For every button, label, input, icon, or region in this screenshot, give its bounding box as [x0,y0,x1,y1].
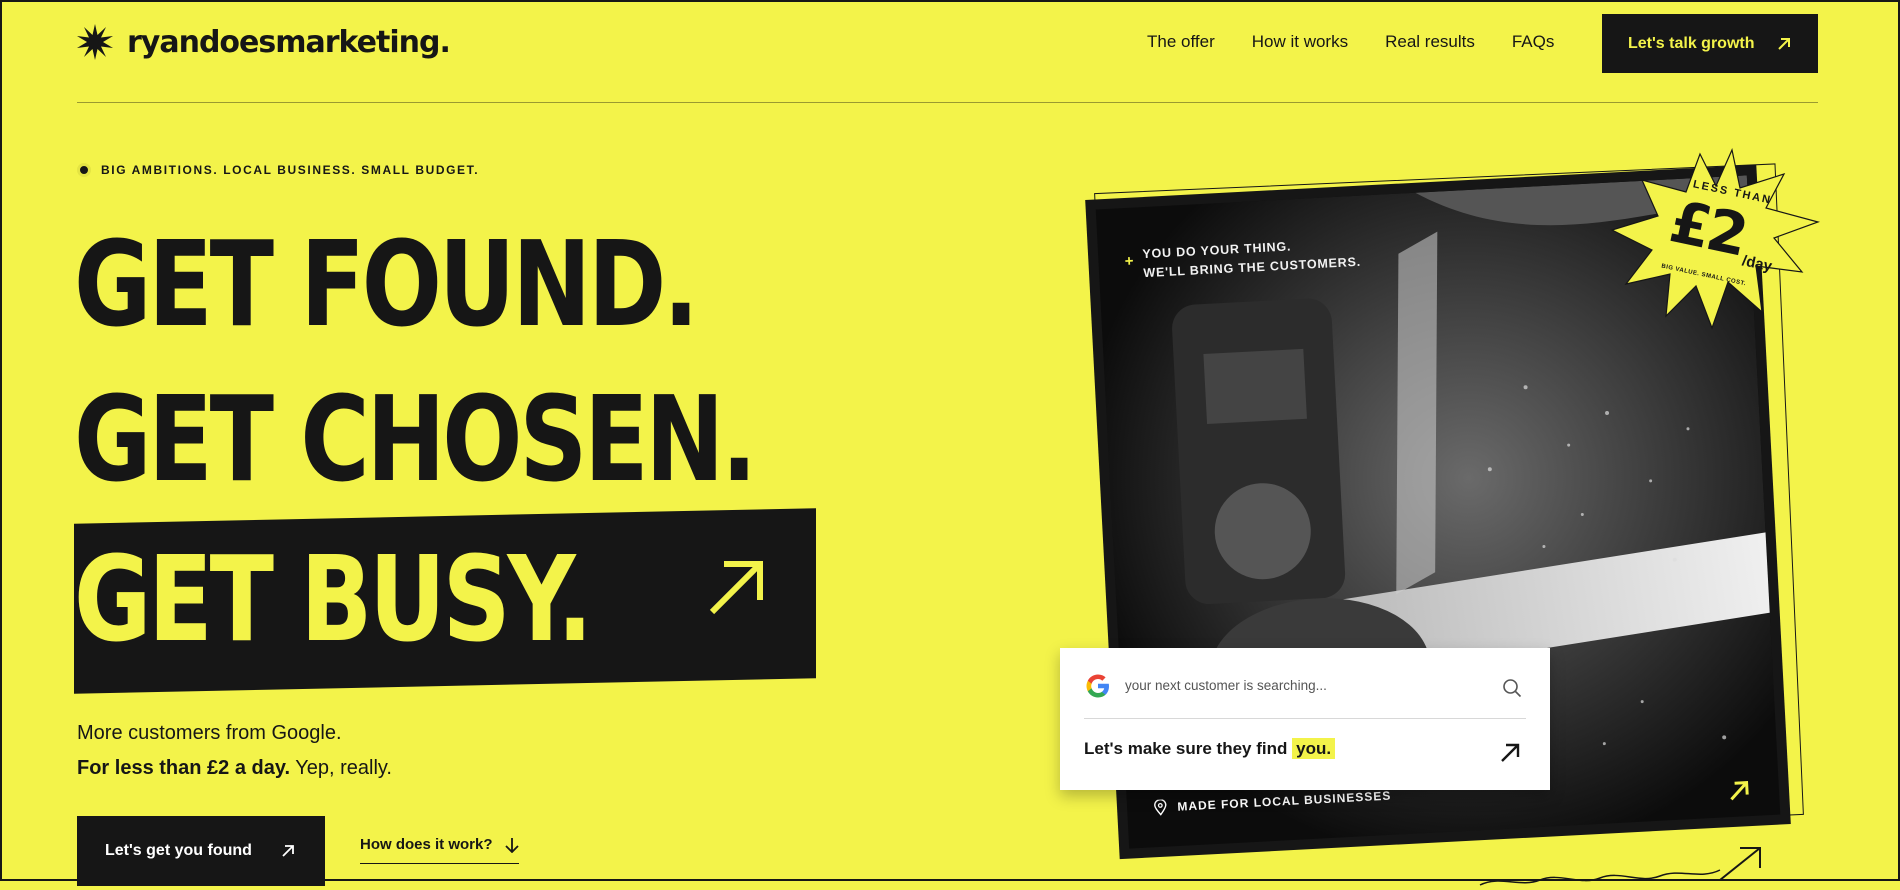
hero-tagline: BIG AMBITIONS. LOCAL BUSINESS. SMALL BUD… [77,163,479,177]
search-divider [1084,718,1526,719]
location-pin-icon [1154,799,1167,816]
search-placeholder: your next customer is searching... [1125,678,1327,693]
find-you-text: Let's make sure they find you. [1084,738,1336,759]
tagline-text: BIG AMBITIONS. LOCAL BUSINESS. SMALL BUD… [101,163,480,177]
how-it-works-label: How does it work? [360,836,493,853]
badge-price: £2 [1664,187,1752,270]
price-line-bold: For less than £2 a day. [77,757,291,779]
hero-price-line: For less than £2 a day. Yep, really. [77,757,392,780]
headline-line-2: GET CHOSEN. [74,370,757,508]
nav-how-it-works[interactable]: How it works [1252,32,1348,52]
google-icon [1086,674,1109,698]
talk-growth-label: Let's talk growth [1628,34,1755,52]
starburst-logo-icon [77,24,113,60]
find-you-highlight: you. [1292,738,1336,759]
brand-name: ryandoesmarketing. [127,24,451,60]
main-nav: The offer How it works Real results FAQs [1147,32,1554,52]
get-found-button[interactable]: Let's get you found [77,816,325,886]
get-found-label: Let's get you found [105,842,252,859]
arrow-down-icon [504,837,519,853]
badge-unit: /day [1740,252,1774,276]
brand-logo[interactable]: ryandoesmarketing. [77,24,451,60]
headline-line-3: GET BUSY. [74,530,593,668]
header-divider [77,102,1818,103]
arrow-up-right-icon [1730,781,1749,801]
handwritten-scribble-icon [1479,847,1761,886]
arrow-up-right-icon [709,561,763,615]
price-line-rest: Yep, really. [290,757,392,779]
search-icon[interactable] [1502,678,1522,698]
headline-line-1: GET FOUND. [74,215,699,353]
search-card[interactable]: your next customer is searching... Let's… [1060,648,1550,790]
nav-the-offer[interactable]: The offer [1147,32,1215,52]
arrow-up-right-icon[interactable] [1499,742,1521,764]
arrow-up-right-icon [282,845,294,857]
how-it-works-link[interactable]: How does it work? [360,836,519,864]
talk-growth-button[interactable]: Let's talk growth [1602,14,1818,73]
bullet-dot-icon [77,163,91,177]
hero-subtitle: More customers from Google. [77,722,342,744]
find-you-prefix: Let's make sure they find [1084,739,1293,758]
arrow-up-right-icon [1778,37,1790,50]
nav-faqs[interactable]: FAQs [1512,32,1555,52]
nav-real-results[interactable]: Real results [1385,32,1475,52]
plus-icon: + [1124,252,1135,271]
